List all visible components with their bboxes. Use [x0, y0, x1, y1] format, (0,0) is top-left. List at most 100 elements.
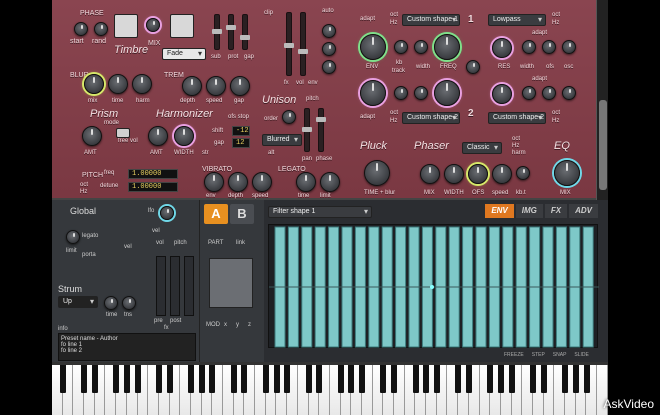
white-key[interactable]: [404, 365, 416, 415]
tab-adv[interactable]: ADV: [569, 204, 598, 218]
vibrato-depth-knob[interactable]: [228, 172, 248, 192]
pitch-meter-b[interactable]: [184, 256, 194, 316]
white-key[interactable]: [436, 365, 448, 415]
white-key[interactable]: [223, 365, 234, 415]
piano-keyboard[interactable]: [52, 362, 608, 415]
white-key[interactable]: [244, 365, 256, 415]
detune-value[interactable]: 1.00000: [128, 182, 178, 192]
width-knob-2[interactable]: [414, 86, 428, 100]
phaser-ofs-knob[interactable]: [468, 164, 488, 184]
white-key[interactable]: [340, 365, 352, 415]
order-knob[interactable]: [282, 110, 296, 124]
white-key[interactable]: [94, 365, 106, 415]
unison-phase-slider[interactable]: [316, 108, 326, 152]
white-key[interactable]: [190, 365, 202, 415]
ofs-knob-2[interactable]: [542, 86, 556, 100]
white-key[interactable]: [394, 365, 405, 415]
xy-pad[interactable]: [209, 258, 253, 308]
white-key[interactable]: [158, 365, 170, 415]
white-key[interactable]: [426, 365, 437, 415]
timbre-mix-knob[interactable]: [146, 18, 160, 32]
white-key[interactable]: [73, 365, 85, 415]
phaser-speed-knob[interactable]: [492, 164, 512, 184]
env-knob-1[interactable]: [360, 34, 386, 60]
white-key[interactable]: [137, 365, 149, 415]
white-key[interactable]: [372, 365, 384, 415]
strum-direction-dropdown[interactable]: Up: [58, 296, 98, 308]
fx-slider[interactable]: [284, 12, 294, 76]
top-scrollbar[interactable]: [596, 0, 608, 200]
white-key[interactable]: [479, 365, 491, 415]
res-knob-1[interactable]: [492, 38, 512, 58]
white-key[interactable]: [84, 365, 95, 415]
legato-time-knob[interactable]: [296, 172, 316, 192]
step-toggle[interactable]: STEP: [532, 352, 545, 358]
white-key[interactable]: [543, 365, 555, 415]
vibrato-speed-knob[interactable]: [252, 172, 272, 192]
kb-track-knob-1[interactable]: [394, 40, 408, 54]
white-key[interactable]: [511, 365, 523, 415]
classic-dropdown[interactable]: Classic: [462, 142, 502, 154]
white-key[interactable]: [447, 365, 459, 415]
blur-time-knob[interactable]: [108, 74, 128, 94]
white-key[interactable]: [458, 365, 469, 415]
vibrato-env-knob[interactable]: [204, 172, 224, 192]
filter-shape-dropdown[interactable]: Filter shape 1: [268, 206, 372, 218]
white-key[interactable]: [351, 365, 362, 415]
white-key[interactable]: [52, 365, 63, 415]
white-key[interactable]: [500, 365, 512, 415]
white-key[interactable]: [319, 365, 330, 415]
osc-knob-1[interactable]: [562, 40, 576, 54]
blur-harm-knob[interactable]: [132, 74, 152, 94]
res-knob-2[interactable]: [492, 84, 512, 104]
custom-shape-2-dropdown[interactable]: Custom shape 2: [402, 112, 460, 124]
white-key[interactable]: [383, 365, 394, 415]
width-knob-f2[interactable]: [522, 86, 536, 100]
auto-knob-3[interactable]: [322, 60, 336, 74]
white-key[interactable]: [169, 365, 181, 415]
custom-shape-1-dropdown[interactable]: Custom shape 1: [402, 14, 460, 26]
waveform-a[interactable]: [114, 14, 138, 38]
white-key[interactable]: [287, 365, 298, 415]
sub-slider[interactable]: [212, 14, 222, 50]
white-key[interactable]: [308, 365, 320, 415]
white-key[interactable]: [201, 365, 213, 415]
auto-knob-2[interactable]: [322, 42, 336, 56]
strum-tns-knob[interactable]: [122, 296, 136, 310]
slide-toggle[interactable]: SLIDE: [574, 352, 588, 358]
prism-amt-knob[interactable]: [82, 126, 102, 146]
white-key[interactable]: [233, 365, 245, 415]
blur-mix-knob[interactable]: [84, 74, 104, 94]
osc-knob-2[interactable]: [562, 86, 576, 100]
phaser-width-knob[interactable]: [444, 164, 464, 184]
snap-toggle[interactable]: SNAP: [553, 352, 567, 358]
rand-knob[interactable]: [94, 22, 108, 36]
width-knob-f1[interactable]: [522, 40, 536, 54]
fade-dropdown[interactable]: Fade: [162, 48, 206, 60]
gap-slider[interactable]: [240, 14, 250, 50]
tab-a[interactable]: A: [204, 204, 228, 224]
width-knob-1[interactable]: [414, 40, 428, 54]
white-key[interactable]: [265, 365, 277, 415]
blurred-dropdown[interactable]: Blurred: [262, 134, 302, 146]
trem-gap-knob[interactable]: [230, 76, 250, 96]
ofs-knob-1[interactable]: [542, 40, 556, 54]
white-key[interactable]: [180, 365, 191, 415]
tab-b[interactable]: B: [230, 204, 254, 224]
white-key[interactable]: [212, 365, 223, 415]
lfo-knob[interactable]: [160, 206, 174, 220]
custom-shape-2b-dropdown[interactable]: Custom shape 2: [488, 112, 546, 124]
tab-img[interactable]: IMG: [515, 204, 543, 218]
white-key[interactable]: [490, 365, 501, 415]
link-knob-1[interactable]: [466, 60, 480, 74]
white-key[interactable]: [297, 365, 309, 415]
white-key[interactable]: [565, 365, 576, 415]
trem-depth-knob[interactable]: [182, 76, 202, 96]
pan-slider[interactable]: [302, 108, 312, 152]
white-key[interactable]: [468, 365, 480, 415]
white-key[interactable]: [575, 365, 587, 415]
white-key[interactable]: [255, 365, 266, 415]
envelope-grid[interactable]: [268, 224, 599, 348]
white-key[interactable]: [532, 365, 544, 415]
auto-knob-1[interactable]: [322, 24, 336, 38]
